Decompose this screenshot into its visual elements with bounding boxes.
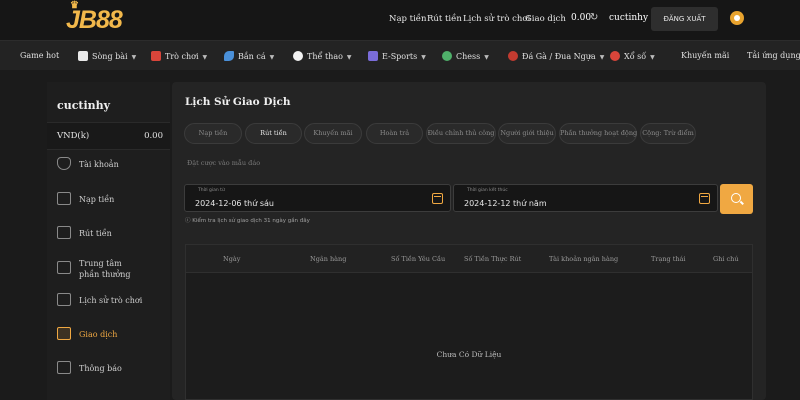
crown-icon: ♛ bbox=[70, 0, 79, 11]
empty-state-text: Chưa Có Dữ Liệu bbox=[436, 350, 502, 359]
column-header-actual-amount: Số Tiền Thực Rút bbox=[464, 255, 522, 263]
transaction-icon bbox=[57, 327, 71, 340]
fish-icon bbox=[224, 51, 234, 61]
logo[interactable]: ♛ JB88 bbox=[66, 0, 123, 35]
currency-label: VND(k) bbox=[57, 131, 90, 141]
nav-item-casino[interactable]: Sòng bài ▼ bbox=[78, 51, 136, 61]
nav-item-esports[interactable]: E-Sports ▼ bbox=[368, 51, 426, 61]
chevron-down-icon: ▼ bbox=[421, 54, 426, 61]
user-shield-icon bbox=[57, 157, 71, 170]
chess-icon bbox=[442, 51, 452, 61]
tab-points-adjustment[interactable]: Cộng: Trừ điểm bbox=[640, 123, 696, 144]
start-date-field[interactable]: Thời gian từ 2024-12-06 thứ sáu bbox=[184, 184, 451, 212]
column-header-date: Ngày bbox=[223, 255, 241, 263]
sidebar-balance-row: VND(k) 0.00 bbox=[47, 122, 170, 150]
search-button[interactable] bbox=[720, 184, 753, 214]
header-balance: 0.00 bbox=[571, 13, 592, 23]
nav-item-sports[interactable]: Thể thao ▼ bbox=[293, 51, 352, 61]
nav-item-lottery[interactable]: Xổ số ▼ bbox=[610, 51, 655, 61]
header-link-game-history[interactable]: Lịch sử trò chơi bbox=[463, 14, 530, 24]
calendar-icon[interactable] bbox=[432, 193, 443, 204]
nav-item-fishing[interactable]: Bắn cá ▼ bbox=[224, 51, 274, 61]
gamepad-icon bbox=[368, 51, 378, 61]
tab-withdraw[interactable]: Rút tiền bbox=[245, 123, 302, 144]
transactions-table: Ngày Ngân hàng Số Tiền Yêu Cầu Số Tiền T… bbox=[185, 244, 753, 400]
logout-button[interactable]: ĐĂNG XUẤT bbox=[651, 7, 718, 31]
tab-promotions[interactable]: Khuyến mãi bbox=[304, 123, 362, 144]
history-hint: ⓘ Kiểm tra lịch sử giao dịch 31 ngày gần… bbox=[185, 218, 310, 224]
top-header: ♛ JB88 Nạp tiền Rút tiền Lịch sử trò chơ… bbox=[0, 0, 800, 40]
header-link-withdraw[interactable]: Rút tiền bbox=[427, 14, 462, 24]
table-header: Ngày Ngân hàng Số Tiền Yêu Cầu Số Tiền T… bbox=[186, 245, 752, 273]
nav-item-promotions[interactable]: Khuyến mãi bbox=[681, 51, 729, 60]
lottery-ball-icon bbox=[610, 51, 620, 61]
tab-referral[interactable]: Người giới thiệu bbox=[498, 123, 556, 144]
end-date-label: Thời gian kết thúc bbox=[467, 188, 508, 193]
history-icon bbox=[57, 293, 71, 306]
nav-item-games[interactable]: Trò chơi ▼ bbox=[151, 51, 207, 61]
hand-deposit-icon bbox=[57, 192, 71, 205]
start-date-label: Thời gian từ bbox=[198, 188, 225, 193]
account-sidebar: cuctinhy VND(k) 0.00 Tài khoản Nạp tiền … bbox=[47, 82, 170, 400]
coin-icon[interactable] bbox=[730, 11, 744, 25]
nav-item-cockfighting[interactable]: Đá Gà / Đua Ngựa ▼ bbox=[508, 51, 604, 61]
nav-item-chess[interactable]: Chess ▼ bbox=[442, 51, 489, 61]
header-link-transactions[interactable]: Giao dịch bbox=[525, 14, 566, 24]
column-header-bank-account: Tài khoản ngân hàng bbox=[549, 255, 619, 263]
tab-deposit[interactable]: Nạp tiền bbox=[184, 123, 242, 144]
header-link-deposit[interactable]: Nạp tiền bbox=[389, 14, 427, 24]
column-header-bank: Ngân hàng bbox=[310, 255, 347, 263]
start-date-value: 2024-12-06 thứ sáu bbox=[195, 199, 274, 208]
nav-item-game-hot[interactable]: Game hot bbox=[20, 51, 59, 60]
column-header-requested-amount: Số Tiền Yêu Cầu bbox=[391, 255, 446, 263]
chevron-down-icon: ▼ bbox=[131, 54, 137, 61]
tab-manual-adjustment[interactable]: Điều chỉnh thủ công bbox=[426, 123, 496, 144]
tab-activity-rewards[interactable]: Phần thưởng hoạt động bbox=[559, 123, 637, 144]
column-header-status: Trạng thái bbox=[651, 255, 686, 263]
tab-bet-placement[interactable]: Đặt cược vào mẫu đáo bbox=[187, 159, 260, 167]
chevron-down-icon: ▼ bbox=[650, 54, 655, 61]
mail-icon bbox=[57, 361, 71, 374]
transaction-history-panel: Lịch Sử Giao Dịch Nạp tiền Rút tiền Khuy… bbox=[172, 82, 766, 400]
soccer-ball-icon bbox=[293, 51, 303, 61]
refresh-icon[interactable]: ↻ bbox=[590, 12, 598, 23]
column-header-note: Ghi chú bbox=[713, 255, 739, 263]
slot-icon bbox=[151, 51, 161, 61]
end-date-field[interactable]: Thời gian kết thúc 2024-12-12 thứ năm bbox=[453, 184, 718, 212]
cards-icon bbox=[78, 51, 88, 61]
calendar-icon[interactable] bbox=[699, 193, 710, 204]
chevron-down-icon: ▼ bbox=[599, 54, 605, 61]
gift-icon bbox=[57, 261, 71, 274]
search-icon bbox=[731, 193, 741, 203]
rooster-icon bbox=[508, 51, 518, 61]
page-title: Lịch Sử Giao Dịch bbox=[185, 96, 291, 108]
end-date-value: 2024-12-12 thứ năm bbox=[464, 199, 547, 208]
withdraw-icon bbox=[57, 226, 71, 239]
sidebar-balance-value: 0.00 bbox=[144, 131, 163, 141]
chevron-down-icon: ▼ bbox=[484, 54, 489, 61]
tab-rebate[interactable]: Hoàn trả bbox=[366, 123, 423, 144]
sidebar-username: cuctinhy bbox=[57, 99, 111, 112]
main-nav: Game hot Sòng bài ▼ Trò chơi ▼ Bắn cá ▼ Thể… bbox=[0, 40, 800, 70]
header-username[interactable]: cuctinhy bbox=[609, 13, 648, 23]
chevron-down-icon: ▼ bbox=[202, 54, 208, 61]
nav-item-download-app[interactable]: Tải ứng dụng bbox=[747, 51, 800, 60]
chevron-down-icon: ▼ bbox=[269, 54, 275, 61]
chevron-down-icon: ▼ bbox=[346, 54, 352, 61]
